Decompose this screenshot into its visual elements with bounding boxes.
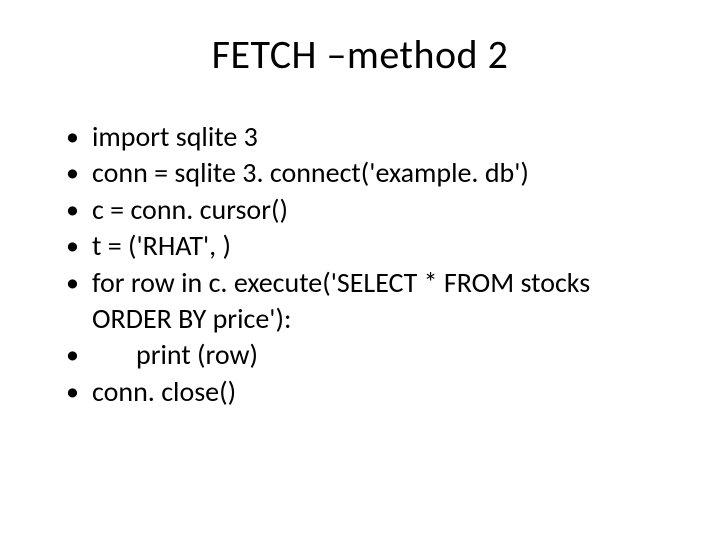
list-item: t = ('RHAT', ) [60,228,670,264]
list-item: conn. close() [60,374,670,410]
bullet-text: import sqlite 3 [92,119,258,154]
list-item: import sqlite 3 [60,119,670,155]
bullet-text: print (row) [92,337,258,373]
bullet-text: conn. close() [92,374,236,409]
bullet-text: c = conn. cursor() [92,192,288,227]
bullet-text: for row in c. execute('SELECT * FROM sto… [92,265,590,336]
list-item: print (row) [60,337,670,373]
list-item: c = conn. cursor() [60,192,670,228]
list-item: conn = sqlite 3. connect('example. db') [60,155,670,191]
slide-title: FETCH –method 2 [50,30,670,79]
list-item: for row in c. execute('SELECT * FROM sto… [60,265,670,338]
bullet-text: conn = sqlite 3. connect('example. db') [92,155,529,190]
bullet-list: import sqlite 3 conn = sqlite 3. connect… [60,119,670,410]
slide: FETCH –method 2 import sqlite 3 conn = s… [0,0,720,540]
bullet-text: t = ('RHAT', ) [92,228,231,263]
